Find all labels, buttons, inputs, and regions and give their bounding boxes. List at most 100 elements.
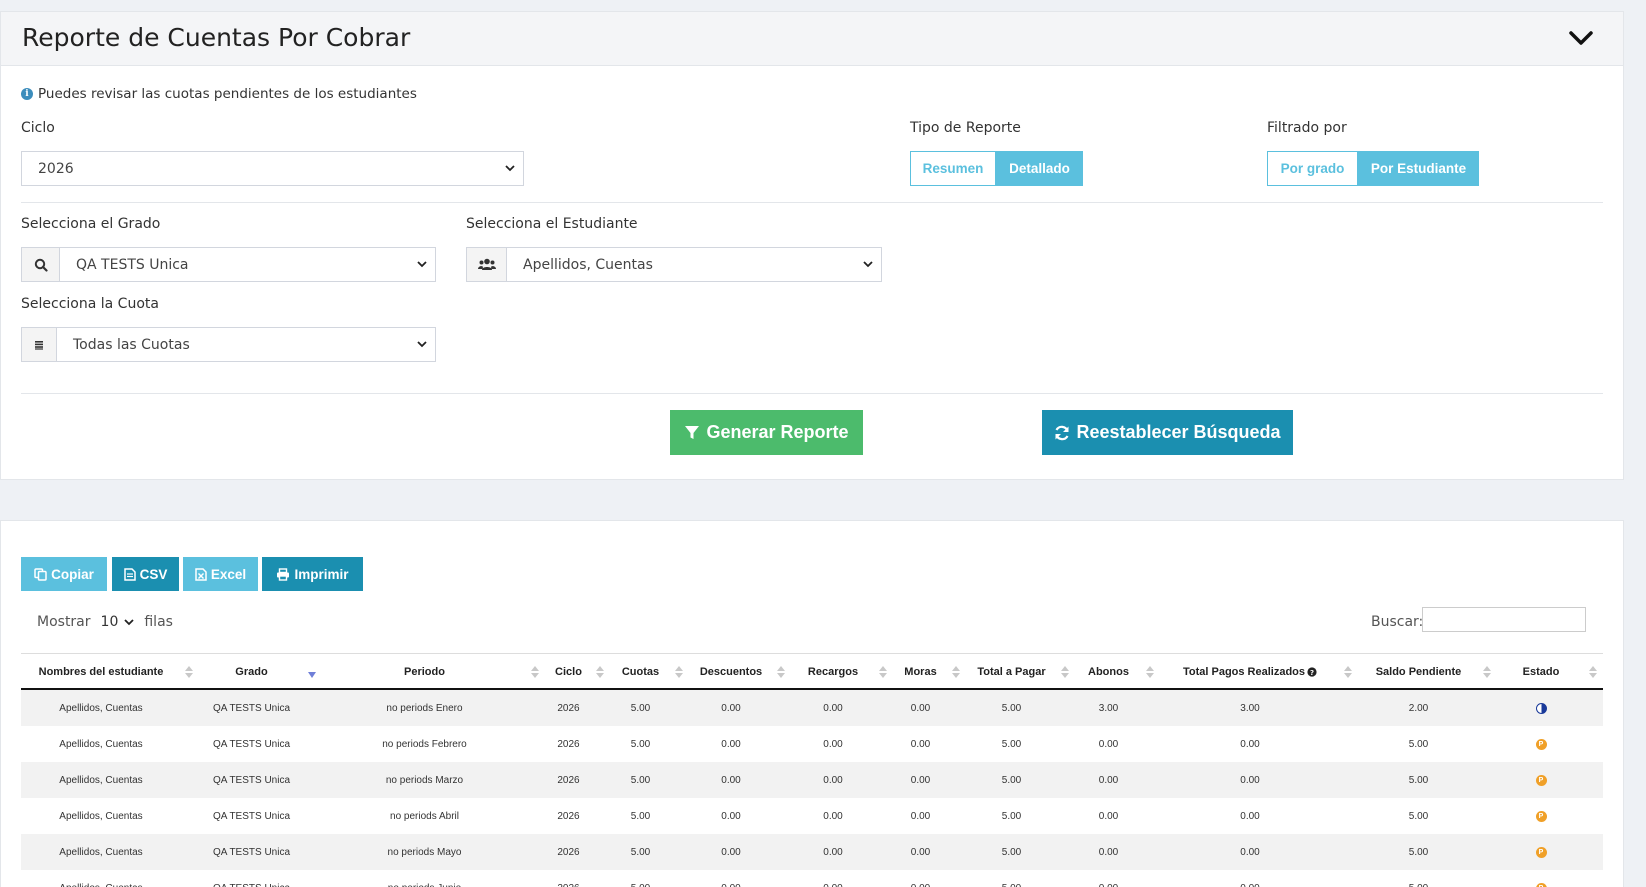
estudiante-select[interactable]: Apellidos, Cuentas xyxy=(466,247,882,282)
rows-label: filas xyxy=(144,614,173,630)
table-cell: 0.00 xyxy=(1240,738,1260,750)
table-cell: 5.00 xyxy=(1001,774,1022,786)
table-cell: QA TESTS Unica xyxy=(212,846,291,858)
column-header[interactable]: Estado xyxy=(1497,654,1585,689)
table-cell: no periods Mayo xyxy=(387,846,462,858)
sort-icon[interactable] xyxy=(1061,665,1069,679)
sort-icon[interactable] xyxy=(952,665,960,679)
column-header[interactable]: Saldo Pendiente xyxy=(1358,654,1479,689)
table-cell: 0.00 xyxy=(1240,810,1260,822)
column-header[interactable]: Descuentos xyxy=(689,654,773,689)
reset-search-label: Reestablecer Búsqueda xyxy=(1076,422,1281,442)
table-cell: no periods Febrero xyxy=(382,738,467,750)
table-cell: 0.00 xyxy=(721,774,741,786)
table-header: Nombres del estudiante Grado Periodo Ciclo C… xyxy=(21,653,1603,690)
sort-desc-icon[interactable] xyxy=(308,670,316,684)
table-cell: 5.00 xyxy=(966,870,1057,887)
table-cell: 0.00 xyxy=(823,810,843,822)
page-size-control: Mostrar 10 filas xyxy=(37,614,173,630)
table-row: Apellidos, Cuentas QA TESTS Unica no perio… xyxy=(21,762,1603,798)
column-header[interactable]: Periodo xyxy=(322,654,527,689)
pending-payment-icon: P xyxy=(1535,774,1547,786)
column-header[interactable]: Ciclo xyxy=(545,654,592,689)
table-cell: 5.00 xyxy=(1358,870,1479,887)
filtrado-label: Filtrado por xyxy=(1267,120,1347,136)
tipo-detallado-button[interactable]: Detallado xyxy=(996,151,1083,186)
table-cell: 0.00 xyxy=(721,810,741,822)
refresh-icon xyxy=(1055,425,1069,440)
print-label: Imprimir xyxy=(294,566,349,582)
sort-icon[interactable] xyxy=(879,665,887,679)
column-header[interactable]: Moras xyxy=(893,654,948,689)
excel-button[interactable]: Excel xyxy=(183,557,258,591)
chevron-down-icon[interactable] xyxy=(124,614,134,630)
ciclo-select[interactable]: 2026 xyxy=(21,151,524,186)
sort-icon[interactable] xyxy=(531,665,539,679)
estudiante-value: Apellidos, Cuentas xyxy=(523,256,653,273)
table-cell: Apellidos, Cuentas xyxy=(59,846,143,858)
sort-icon[interactable] xyxy=(1589,665,1597,679)
tipo-resumen-button[interactable]: Resumen xyxy=(910,151,996,186)
chevron-down-icon xyxy=(855,248,881,281)
search-input[interactable] xyxy=(1422,607,1586,632)
table-cell: 0.00 xyxy=(721,702,741,714)
table-cell: Apellidos, Cuentas xyxy=(59,702,143,714)
reset-search-button[interactable]: Reestablecer Búsqueda xyxy=(1042,410,1293,455)
sort-icon[interactable] xyxy=(185,665,193,679)
pending-payment-icon: P xyxy=(1535,810,1547,822)
column-header[interactable]: Nombres del estudiante xyxy=(21,654,181,689)
table-cell: 0.00 xyxy=(1098,774,1119,786)
copy-button[interactable]: Copiar xyxy=(21,557,107,591)
sort-icon[interactable] xyxy=(1344,665,1352,679)
column-header-label: Nombres del estudiante xyxy=(38,665,164,678)
sort-icon[interactable] xyxy=(675,665,683,679)
info-text: Puedes revisar las cuotas pendientes de … xyxy=(38,86,417,102)
csv-button[interactable]: CSV xyxy=(112,557,179,591)
table-cell: Apellidos, Cuentas xyxy=(21,870,181,887)
column-header-label: Grado xyxy=(235,665,268,678)
table-cell: 5.00 xyxy=(630,774,651,786)
status-cell xyxy=(1497,690,1585,726)
generate-report-label: Generar Reporte xyxy=(706,422,849,442)
page-size-select[interactable]: 10 xyxy=(101,614,119,630)
table-cell: 2026 xyxy=(557,810,580,822)
cuota-select[interactable]: Todas las Cuotas xyxy=(21,327,436,362)
table-cell: Apellidos, Cuentas xyxy=(59,810,143,822)
divider xyxy=(21,202,1603,203)
column-header-label: Cuotas xyxy=(621,665,660,678)
sort-icon[interactable] xyxy=(1146,665,1154,679)
tipo-reporte-label: Tipo de Reporte xyxy=(910,120,1021,136)
grado-select[interactable]: QA TESTS Unica xyxy=(21,247,436,282)
search-label: Buscar: xyxy=(1371,614,1424,630)
filtrado-grado-button[interactable]: Por grado xyxy=(1267,151,1358,186)
table-cell: QA TESTS Unica xyxy=(199,870,304,887)
chevron-down-icon[interactable] xyxy=(1567,26,1595,50)
filter-icon xyxy=(685,425,700,439)
table-cell: 0.00 xyxy=(1160,870,1340,887)
column-header-label: Periodo xyxy=(404,665,445,678)
column-header[interactable]: Total a Pagar xyxy=(966,654,1057,689)
generate-report-button[interactable]: Generar Reporte xyxy=(670,410,863,455)
sort-icon[interactable] xyxy=(596,665,604,679)
column-header[interactable]: Total Pagos Realizados? xyxy=(1160,654,1340,689)
column-header[interactable]: Abonos xyxy=(1075,654,1142,689)
table-cell: 3.00 xyxy=(1240,702,1260,714)
table-cell: 2026 xyxy=(557,702,580,714)
column-header[interactable]: Cuotas xyxy=(610,654,671,689)
table-cell: 5.00 xyxy=(1001,738,1022,750)
table-cell: 2026 xyxy=(545,870,592,887)
filtrado-estudiante-button[interactable]: Por Estudiante xyxy=(1358,151,1479,186)
table-cell: 0.00 xyxy=(893,870,948,887)
column-header[interactable]: Grado xyxy=(199,654,304,689)
svg-text:?: ? xyxy=(1310,668,1314,676)
column-header[interactable]: Recargos xyxy=(791,654,875,689)
sort-icon[interactable] xyxy=(777,665,785,679)
table-cell: 5.00 xyxy=(630,810,651,822)
table-cell: Apellidos, Cuentas xyxy=(59,738,143,750)
sort-icon[interactable] xyxy=(1483,665,1491,679)
status-cell: P xyxy=(1497,870,1585,887)
pending-payment-icon: P xyxy=(1535,738,1547,750)
show-label: Mostrar xyxy=(37,614,91,630)
print-button[interactable]: Imprimir xyxy=(262,557,363,591)
table-cell: 0.00 xyxy=(823,846,843,858)
